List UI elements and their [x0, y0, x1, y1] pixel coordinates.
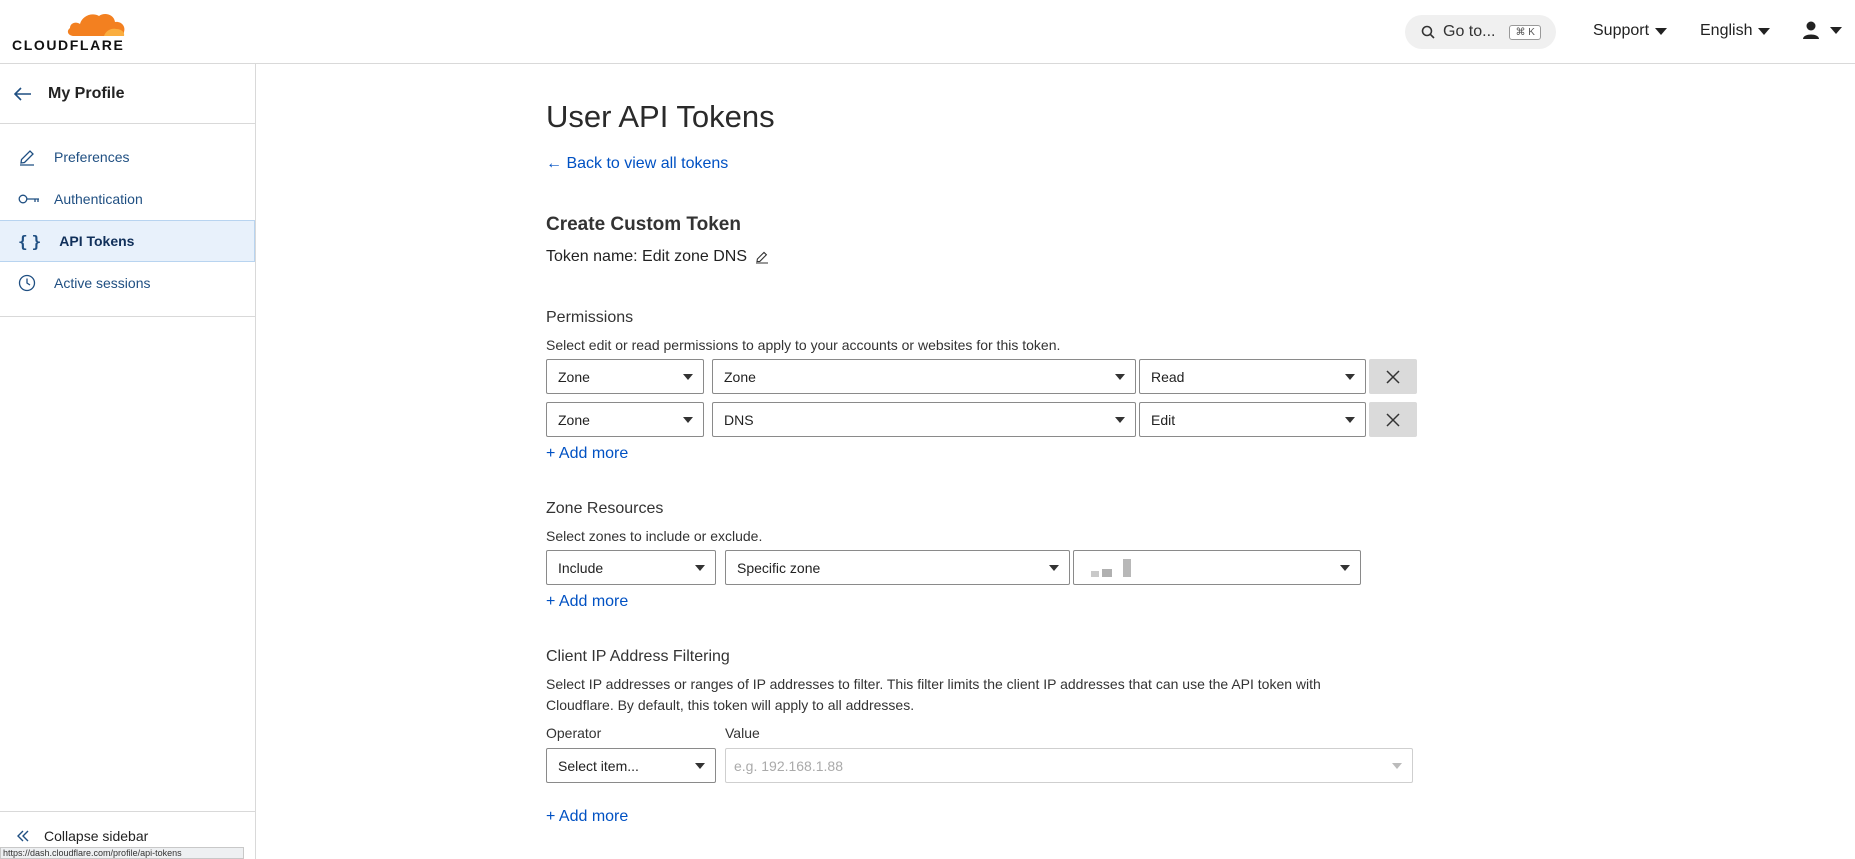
- support-menu[interactable]: Support: [1593, 22, 1668, 40]
- sidebar-item-label: API Tokens: [59, 233, 135, 249]
- cloudflare-logo[interactable]: CLOUDFLARE: [12, 10, 125, 53]
- search-icon: [1421, 25, 1435, 39]
- sidebar-item-api-tokens[interactable]: {} API Tokens: [0, 220, 255, 262]
- caret-down-icon: [683, 417, 693, 423]
- form-title: Create Custom Token: [546, 214, 741, 235]
- ip-filtering-title: Client IP Address Filtering: [546, 648, 730, 665]
- select-value: Zone: [724, 368, 756, 385]
- permissions-title: Permissions: [546, 309, 634, 326]
- key-icon: [18, 194, 39, 204]
- value-label: Value: [725, 725, 760, 741]
- remove-permission-button[interactable]: [1369, 402, 1417, 437]
- token-name: Token name: Edit zone DNS: [546, 248, 769, 266]
- sidebar-item-active-sessions[interactable]: Active sessions: [0, 262, 255, 304]
- select-value: Read: [1151, 368, 1185, 385]
- select-placeholder: e.g. 192.168.1.88: [734, 757, 843, 774]
- caret-down-icon: [1345, 417, 1355, 423]
- user-menu[interactable]: [1802, 20, 1842, 40]
- add-more-permissions-link[interactable]: + Add more: [546, 445, 628, 463]
- sidebar-item-preferences[interactable]: Preferences: [0, 136, 255, 178]
- sidebar-item-label: Active sessions: [54, 275, 151, 291]
- caret-down-icon: [1345, 374, 1355, 380]
- braces-icon: {}: [18, 231, 46, 251]
- close-icon: [1386, 412, 1400, 427]
- sidebar-item-label: Preferences: [54, 149, 130, 165]
- operator-label: Operator: [546, 725, 602, 741]
- sidebar-nav: Preferences Authentication {} API Tokens…: [0, 124, 255, 317]
- caret-down-icon: [1340, 565, 1350, 571]
- double-chevron-left-icon: [17, 830, 29, 841]
- operator-select[interactable]: Select item...: [546, 748, 716, 783]
- caret-down-icon: [695, 565, 705, 571]
- permission-scope-select[interactable]: Zone: [546, 359, 704, 394]
- caret-down-icon: [1115, 374, 1125, 380]
- language-label: English: [1700, 22, 1753, 39]
- sidebar-header: My Profile: [0, 64, 255, 124]
- search-shortcut: ⌘ K: [1509, 24, 1541, 40]
- select-value: Edit: [1151, 411, 1176, 428]
- caret-down-icon: [1115, 417, 1125, 423]
- permission-access-select[interactable]: Edit: [1139, 402, 1366, 437]
- add-more-zones-link[interactable]: + Add more: [546, 593, 628, 611]
- pencil-icon: [20, 150, 34, 166]
- zone-include-select[interactable]: Include: [546, 550, 716, 585]
- add-more-ip-link[interactable]: + Add more: [546, 808, 628, 826]
- ip-filtering-description: Select IP addresses or ranges of IP addr…: [546, 676, 1321, 713]
- redacted-zone-value: [1085, 558, 1131, 577]
- go-to-search[interactable]: Go to... ⌘ K: [1405, 15, 1556, 49]
- ip-value-select[interactable]: e.g. 192.168.1.88: [725, 748, 1413, 783]
- remove-permission-button[interactable]: [1369, 359, 1417, 394]
- select-value: Specific zone: [737, 559, 821, 576]
- select-value: Zone: [558, 411, 590, 428]
- caret-down-icon: [1392, 763, 1402, 769]
- token-name-label: Token name: Edit zone DNS: [546, 248, 747, 265]
- caret-down-icon: [695, 763, 705, 769]
- permission-scope-select[interactable]: Zone: [546, 402, 704, 437]
- support-label: Support: [1593, 22, 1650, 39]
- pencil-icon[interactable]: [755, 250, 769, 264]
- chevron-down-icon: [1758, 27, 1771, 35]
- chevron-down-icon: [1830, 26, 1842, 34]
- close-icon: [1386, 369, 1400, 384]
- sidebar: My Profile Preferences Authentication {}…: [0, 64, 256, 859]
- zone-select[interactable]: [1073, 550, 1361, 585]
- collapse-sidebar-label: Collapse sidebar: [44, 827, 149, 844]
- back-arrow-icon[interactable]: [14, 86, 32, 101]
- select-placeholder: Select item...: [558, 757, 639, 774]
- permission-resource-select[interactable]: DNS: [712, 402, 1136, 437]
- permission-resource-select[interactable]: Zone: [712, 359, 1136, 394]
- chevron-down-icon: [1655, 27, 1668, 35]
- language-menu[interactable]: English: [1700, 22, 1771, 40]
- select-value: Include: [558, 559, 604, 576]
- zone-resources-description: Select zones to include or exclude.: [546, 528, 763, 544]
- permissions-description: Select edit or read permissions to apply…: [546, 337, 1061, 353]
- select-value: Zone: [558, 368, 590, 385]
- logo-text: CLOUDFLARE: [12, 37, 125, 53]
- page-title: User API Tokens: [546, 99, 775, 134]
- zone-resources-title: Zone Resources: [546, 500, 664, 517]
- sidebar-item-label: Authentication: [54, 191, 143, 207]
- sidebar-title: My Profile: [48, 84, 125, 102]
- top-bar: CLOUDFLARE Go to... ⌘ K Support English: [0, 0, 1855, 64]
- caret-down-icon: [1049, 565, 1059, 571]
- select-value: DNS: [724, 411, 754, 428]
- search-label: Go to...: [1443, 23, 1496, 40]
- user-icon: [1803, 21, 1819, 39]
- permission-access-select[interactable]: Read: [1139, 359, 1366, 394]
- zone-type-select[interactable]: Specific zone: [725, 550, 1070, 585]
- clock-icon: [18, 274, 36, 292]
- caret-down-icon: [683, 374, 693, 380]
- sidebar-item-authentication[interactable]: Authentication: [0, 178, 255, 220]
- status-url-bar: https://dash.cloudflare.com/profile/api-…: [0, 847, 244, 859]
- cloud-logo-icon: [67, 14, 125, 36]
- back-to-tokens-link[interactable]: ← Back to view all tokens: [546, 155, 728, 173]
